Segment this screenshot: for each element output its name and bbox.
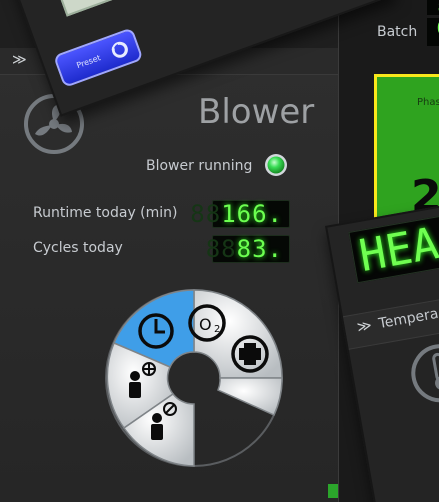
batch-segment-display: 0 [427,18,439,46]
thermometer-icon [411,344,439,403]
batch-label: Batch [377,24,418,40]
heat-display: HEA [348,209,439,284]
blower-status-label: Blower running [146,158,253,174]
runtime-ghost-digits: 88 [190,200,222,228]
runtime-display: 88 166. [190,200,290,228]
chevron-double-down-icon: ≫ [355,317,374,336]
radial-menu: O 2 [105,289,283,467]
svg-text:O: O [199,315,212,334]
cycles-ghost-digits: 88 [205,235,237,263]
cycles-value: 83. [236,235,283,263]
stage: ≫ Blower Blower running Runtime today (m… [0,0,439,502]
runtime-value: 166. [221,200,283,228]
chevron-double-down-icon: ≫ [12,52,27,68]
phase-label: Phas [417,97,439,108]
reset-icon [111,41,128,58]
svg-text:2: 2 [214,324,220,335]
cycles-display: 88 83. [206,235,290,263]
overlay-top-screen [53,0,184,17]
temperature-label: Tempera [377,305,439,333]
temperature-collapse-bar[interactable]: ≫ Tempera [342,291,439,350]
top-segment-display: 8 [427,0,439,16]
cycles-label: Cycles today [33,240,123,256]
preset-label: Preset [75,52,102,70]
runtime-label: Runtime today (min) [33,205,178,221]
running-led [265,154,287,176]
blower-title: Blower [198,92,315,132]
